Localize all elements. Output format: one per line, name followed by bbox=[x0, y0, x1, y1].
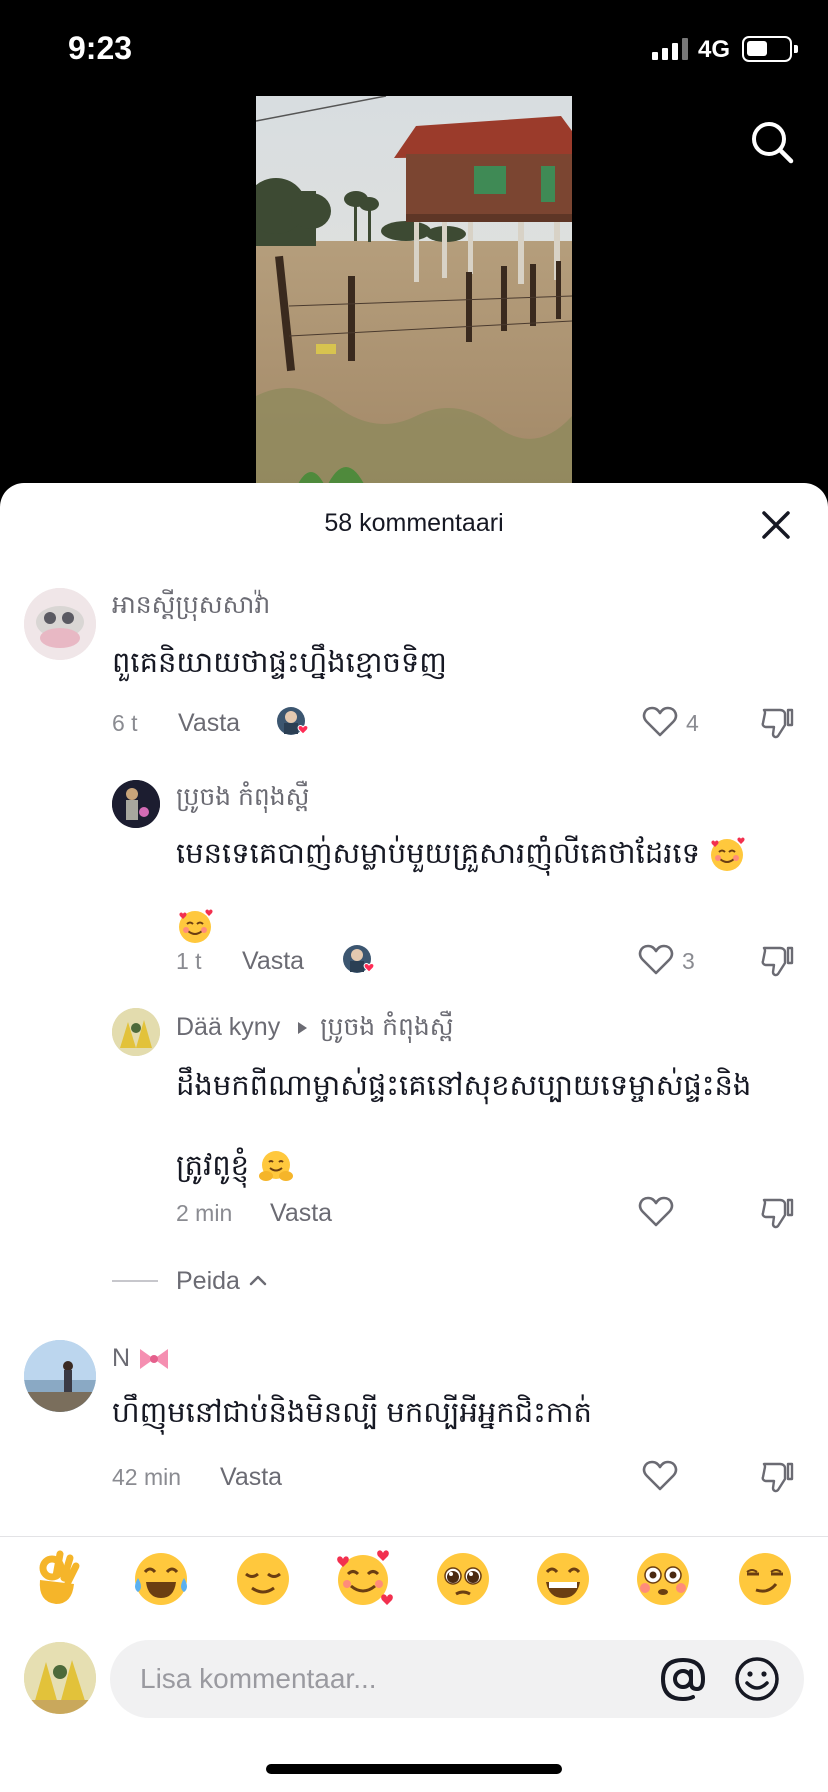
comment-time: 6 t bbox=[112, 710, 138, 736]
comment-time: 2 min bbox=[176, 1200, 233, 1226]
mention-at-icon[interactable] bbox=[658, 1654, 708, 1704]
status-time: 9:23 bbox=[68, 30, 133, 66]
dislike-icon[interactable] bbox=[760, 1194, 796, 1230]
dislike-icon[interactable] bbox=[760, 1458, 796, 1494]
avatar[interactable] bbox=[24, 588, 96, 660]
input-divider bbox=[0, 1536, 828, 1537]
comment-text-content: មេនទេគេបាញ់សម្លាប់មួយគ្រួសារញ៉ុំលីគេថាដែ… bbox=[176, 838, 701, 870]
comments-count-title: 58 kommentaari bbox=[324, 509, 504, 537]
reply-button[interactable]: Vasta bbox=[242, 947, 304, 976]
hide-replies-divider bbox=[112, 1280, 158, 1282]
network-label: 4G bbox=[698, 36, 731, 63]
avatar[interactable] bbox=[112, 780, 160, 828]
comment-username[interactable]: អានស្តីប្រុសសាវ៉ា bbox=[112, 590, 270, 626]
hugging-emoji-icon bbox=[259, 1151, 294, 1182]
reply-to-username[interactable]: ប្រូចង កំពុងស្ពឺ bbox=[320, 1013, 453, 1041]
creator-liked-icon bbox=[343, 945, 375, 973]
pleading-emoji-icon[interactable] bbox=[432, 1548, 494, 1610]
home-indicator bbox=[266, 1764, 562, 1774]
comment-input-box bbox=[110, 1640, 804, 1718]
hide-replies-button[interactable]: Peida bbox=[176, 1267, 240, 1296]
like-count: 4 bbox=[686, 710, 699, 736]
comment-text: ហឹញុមនៅជាប់និងមិនល្បី មកល្បីអីអ្នកជិះកាត… bbox=[112, 1397, 592, 1429]
comment-time: 1 t bbox=[176, 948, 202, 974]
ok-hand-emoji-icon[interactable] bbox=[26, 1548, 88, 1610]
comment-username-text[interactable]: Dää kyny bbox=[176, 1013, 280, 1041]
comment-username: N bbox=[112, 1344, 171, 1373]
comment-username: Dää kyny ប្រូចង កំពុងស្ពឺ bbox=[176, 1012, 454, 1048]
comment-input[interactable] bbox=[140, 1640, 640, 1718]
smiling-hearts-emoji-icon bbox=[711, 837, 745, 872]
ribbon-emoji-icon bbox=[140, 1349, 169, 1370]
close-icon[interactable] bbox=[760, 509, 792, 541]
status-bar: 9:23 4G bbox=[0, 0, 828, 100]
reply-button[interactable]: Vasta bbox=[178, 709, 240, 738]
video-frame bbox=[256, 96, 572, 488]
emoji-quick-bar bbox=[0, 1548, 828, 1618]
comment-text: មេនទេគេបាញ់សម្លាប់មួយគ្រួសារញ៉ុំលីគេថាដែ… bbox=[176, 818, 796, 962]
like-heart-icon[interactable] bbox=[642, 1460, 678, 1492]
comment-text: ពួគេនិយាយថាផ្ទះហ្នឹងខ្មោចទិញ bbox=[112, 647, 447, 679]
signal-icon bbox=[652, 38, 688, 60]
reply-button[interactable]: Vasta bbox=[270, 1199, 332, 1228]
comment-text-line1: ដឹងមកពីណាម្ចាស់ផ្ទះគេនៅសុខសប្បាយទេម្ចាស់… bbox=[176, 1070, 752, 1102]
emoji-picker-icon[interactable] bbox=[734, 1656, 780, 1702]
comment-username[interactable]: ប្រូចង កំពុងស្ពឺ bbox=[176, 782, 309, 818]
smirk-emoji-icon[interactable] bbox=[734, 1548, 796, 1610]
relieved-emoji-icon[interactable] bbox=[232, 1548, 294, 1610]
search-icon[interactable] bbox=[748, 118, 796, 166]
current-user-avatar[interactable] bbox=[24, 1642, 96, 1714]
like-heart-icon[interactable] bbox=[638, 1196, 674, 1228]
dislike-icon[interactable] bbox=[760, 704, 796, 740]
comment-text: ដឹងមកពីណាម្ចាស់ផ្ទះគេនៅសុខសប្បាយទេម្ចាស់… bbox=[176, 1046, 796, 1206]
like-count: 3 bbox=[682, 948, 695, 974]
comment-text-line2: ត្រូវពូខ្ញុំ bbox=[176, 1150, 250, 1182]
creator-liked-icon bbox=[277, 707, 309, 735]
reply-button[interactable]: Vasta bbox=[220, 1463, 282, 1492]
battery-icon bbox=[742, 36, 798, 62]
like-heart-icon[interactable] bbox=[638, 944, 674, 976]
reply-arrow-icon bbox=[298, 1022, 308, 1035]
comment-username-text[interactable]: N bbox=[112, 1344, 130, 1372]
flushed-emoji-icon[interactable] bbox=[632, 1548, 694, 1610]
grinning-emoji-icon[interactable] bbox=[532, 1548, 594, 1610]
smiling-hearts-emoji-icon bbox=[179, 909, 213, 944]
comment-time: 42 min bbox=[112, 1464, 182, 1490]
smiling-hearts-emoji-icon[interactable] bbox=[332, 1548, 394, 1610]
avatar[interactable] bbox=[24, 1340, 96, 1412]
dislike-icon[interactable] bbox=[760, 942, 796, 978]
video-preview[interactable] bbox=[256, 96, 572, 488]
tears-of-joy-emoji-icon[interactable] bbox=[130, 1548, 192, 1610]
chevron-up-icon[interactable] bbox=[248, 1273, 268, 1287]
like-heart-icon[interactable] bbox=[642, 706, 678, 738]
avatar[interactable] bbox=[112, 1008, 160, 1056]
